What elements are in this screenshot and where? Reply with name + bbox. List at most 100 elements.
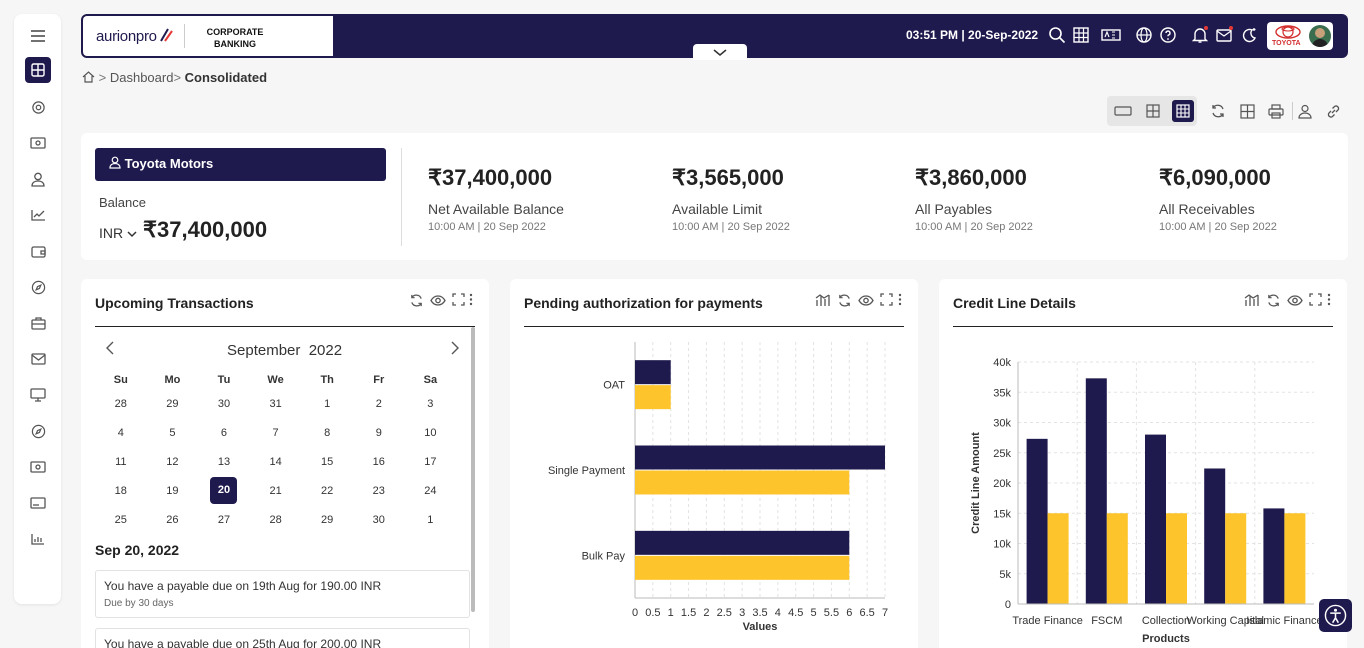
x-tick-label: 4.5	[788, 607, 803, 619]
calendar-day[interactable]: 2	[353, 390, 405, 419]
theme-icon[interactable]	[1240, 26, 1258, 44]
calendar-day[interactable]: 16	[353, 448, 405, 477]
calendar-day[interactable]: 18	[95, 476, 147, 505]
compass-icon[interactable]	[25, 418, 51, 444]
calendar-day[interactable]: 3	[405, 390, 457, 419]
logo[interactable]: aurionpro CORPORATE BANKING	[83, 16, 333, 56]
calendar-day[interactable]: 9	[353, 419, 405, 448]
calendar-day[interactable]: 21	[250, 476, 302, 505]
calendar-day[interactable]: 5	[147, 419, 199, 448]
calendar-day[interactable]: 14	[250, 448, 302, 477]
calendar-day[interactable]: 28	[95, 390, 147, 419]
dashboard-icon[interactable]	[25, 57, 51, 83]
calendar-day[interactable]: 28	[250, 505, 302, 534]
upcoming-transactions-card: Upcoming Transactions September 2022 Su M…	[81, 279, 489, 648]
calendar-day[interactable]: 11	[95, 448, 147, 477]
calendar-day[interactable]: 17	[405, 448, 457, 477]
mail-icon[interactable]	[1215, 26, 1233, 44]
calendar-day[interactable]: 13	[198, 448, 250, 477]
chevron-down-icon	[713, 49, 727, 56]
transaction-note[interactable]: You have a payable due on 25th Aug for 2…	[95, 628, 470, 648]
wallet-icon[interactable]	[25, 238, 51, 264]
expand-icon[interactable]	[880, 293, 893, 306]
mail-icon[interactable]	[25, 346, 51, 372]
settings-icon[interactable]	[25, 94, 51, 120]
account-selector[interactable]: Toyota Motors	[95, 148, 386, 181]
report-icon[interactable]	[25, 526, 51, 552]
user-icon[interactable]	[25, 166, 51, 192]
calendar-day[interactable]: 30	[353, 505, 405, 534]
refresh-icon[interactable]	[837, 293, 852, 308]
analytics-icon[interactable]	[25, 202, 51, 228]
header-expand-button[interactable]	[693, 44, 747, 60]
help-icon[interactable]	[1159, 26, 1177, 44]
card-icon[interactable]	[1101, 26, 1121, 44]
avatar[interactable]	[1309, 25, 1331, 47]
next-month-button[interactable]	[450, 341, 460, 360]
calendar-day[interactable]: 15	[301, 448, 353, 477]
three-column-view-button[interactable]	[1172, 100, 1194, 122]
calendar-day[interactable]: 1	[301, 390, 353, 419]
calendar-day[interactable]: 24	[405, 476, 457, 505]
calendar-day[interactable]: 30	[198, 390, 250, 419]
calendar-day[interactable]: 1	[405, 505, 457, 534]
bell-icon[interactable]	[1191, 26, 1209, 44]
x-tick-label: Islamic Finance	[1246, 615, 1322, 627]
scrollbar[interactable]	[471, 327, 475, 612]
calendar-day[interactable]: 10	[405, 419, 457, 448]
chart-type-icon[interactable]	[1244, 293, 1260, 307]
calendar-day[interactable]: 23	[353, 476, 405, 505]
stat-all-payables: ₹3,860,000 All Payables 10:00 AM | 20 Sep …	[915, 165, 1033, 233]
calendar-day[interactable]: 8	[301, 419, 353, 448]
menu-icon[interactable]	[25, 23, 51, 49]
expand-icon[interactable]	[1309, 293, 1322, 306]
user-icon[interactable]	[1294, 100, 1316, 122]
user-profile[interactable]: TOYOTA	[1267, 22, 1333, 50]
eye-icon[interactable]	[1287, 293, 1303, 308]
more-icon[interactable]	[469, 293, 473, 306]
expand-icon[interactable]	[452, 293, 465, 306]
calendar-day[interactable]: 7	[250, 419, 302, 448]
card-icon[interactable]	[25, 490, 51, 516]
payments-icon[interactable]	[25, 130, 51, 156]
print-icon[interactable]	[1265, 100, 1287, 122]
home-icon[interactable]	[82, 71, 95, 83]
calendar-day[interactable]: 20	[198, 476, 250, 505]
monitor-icon[interactable]	[25, 382, 51, 408]
transaction-note[interactable]: You have a payable due on 19th Aug for 1…	[95, 570, 470, 618]
cash-icon[interactable]	[25, 454, 51, 480]
calendar-day[interactable]: 6	[198, 419, 250, 448]
breadcrumb-dashboard[interactable]: Dashboard	[110, 70, 174, 85]
calendar-day[interactable]: 25	[95, 505, 147, 534]
briefcase-icon[interactable]	[25, 310, 51, 336]
calendar-day[interactable]: 19	[147, 476, 199, 505]
chart-type-icon[interactable]	[815, 293, 831, 307]
layout-icon[interactable]	[1236, 100, 1258, 122]
refresh-icon[interactable]	[1207, 100, 1229, 122]
prev-month-button[interactable]	[105, 341, 115, 360]
currency-select[interactable]: INR	[99, 225, 137, 241]
more-icon[interactable]	[898, 293, 902, 306]
calendar-day[interactable]: 26	[147, 505, 199, 534]
eye-icon[interactable]	[430, 293, 446, 308]
calendar-day[interactable]: 4	[95, 419, 147, 448]
calendar-day[interactable]: 27	[198, 505, 250, 534]
calendar-day[interactable]: 22	[301, 476, 353, 505]
calendar-day[interactable]: 12	[147, 448, 199, 477]
refresh-icon[interactable]	[409, 293, 424, 308]
more-icon[interactable]	[1327, 293, 1331, 306]
calendar-day[interactable]: 29	[301, 505, 353, 534]
grid-icon[interactable]	[1072, 26, 1090, 44]
single-column-view-button[interactable]	[1112, 100, 1134, 122]
eye-icon[interactable]	[858, 293, 874, 308]
refresh-icon[interactable]	[1266, 293, 1281, 308]
calendar-day[interactable]: 31	[250, 390, 302, 419]
two-column-view-button[interactable]	[1142, 100, 1164, 122]
accessibility-button[interactable]	[1319, 599, 1352, 632]
globe-icon[interactable]	[1135, 26, 1153, 44]
calendar-day[interactable]: 29	[147, 390, 199, 419]
compass-icon[interactable]	[25, 274, 51, 300]
search-icon[interactable]	[1048, 26, 1066, 44]
datetime: 03:51 PM | 20-Sep-2022	[906, 28, 1039, 42]
link-icon[interactable]	[1322, 100, 1344, 122]
